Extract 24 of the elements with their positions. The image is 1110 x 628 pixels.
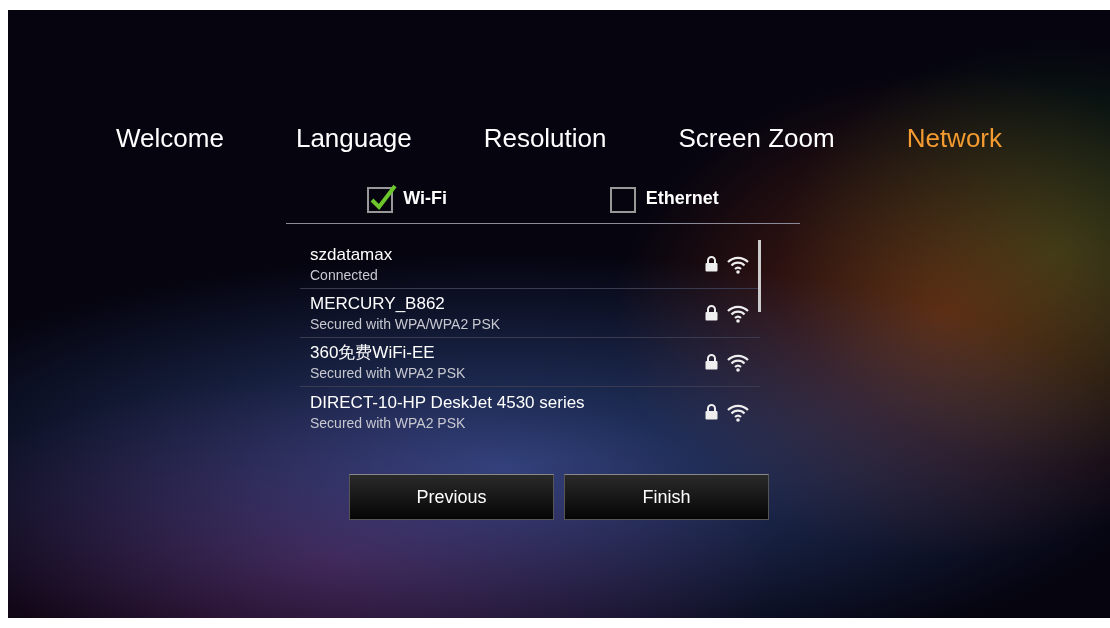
setup-step-tab[interactable]: Screen Zoom [678, 118, 835, 158]
network-status: Secured with WPA2 PSK [310, 364, 467, 382]
setup-step-tab[interactable]: Welcome [116, 118, 224, 158]
nav-button[interactable]: Previous [349, 474, 554, 520]
network-list-item[interactable]: MERCURY_B862 Secured with WPA/WPA2 PSK [300, 289, 760, 338]
network-list-item[interactable]: 360免费WiFi-EE Secured with WPA2 PSK [300, 338, 760, 387]
network-list-item[interactable]: DIRECT-10-HP DeskJet 4530 series Secured with WPA2 PSK [300, 387, 760, 436]
scrollbar-icon [758, 240, 761, 312]
network-name: 360免费WiFi-EE [310, 342, 436, 364]
connection-checkbox[interactable]: Ethernet [609, 183, 719, 213]
wifi-signal-icon [726, 254, 750, 274]
network-status: Connected [310, 266, 379, 284]
wifi-signal-icon [726, 352, 750, 372]
network-name: DIRECT-10-HP DeskJet 4530 series [310, 391, 586, 414]
setup-step-tab[interactable]: Language [295, 118, 412, 158]
setup-step-tab[interactable]: Network [906, 118, 1002, 158]
network-status: Secured with WPA2 PSK [310, 413, 467, 432]
wifi-signal-icon [726, 303, 750, 323]
network-name: szdatamax [310, 244, 394, 266]
network-name: MERCURY_B862 [310, 293, 446, 315]
setup-step-tab[interactable]: Resolution [483, 118, 607, 158]
nav-button[interactable]: Finish [564, 474, 769, 520]
connection-checkbox[interactable]: Wi-Fi [367, 183, 448, 213]
network-status: Secured with WPA/WPA2 PSK [310, 315, 502, 333]
